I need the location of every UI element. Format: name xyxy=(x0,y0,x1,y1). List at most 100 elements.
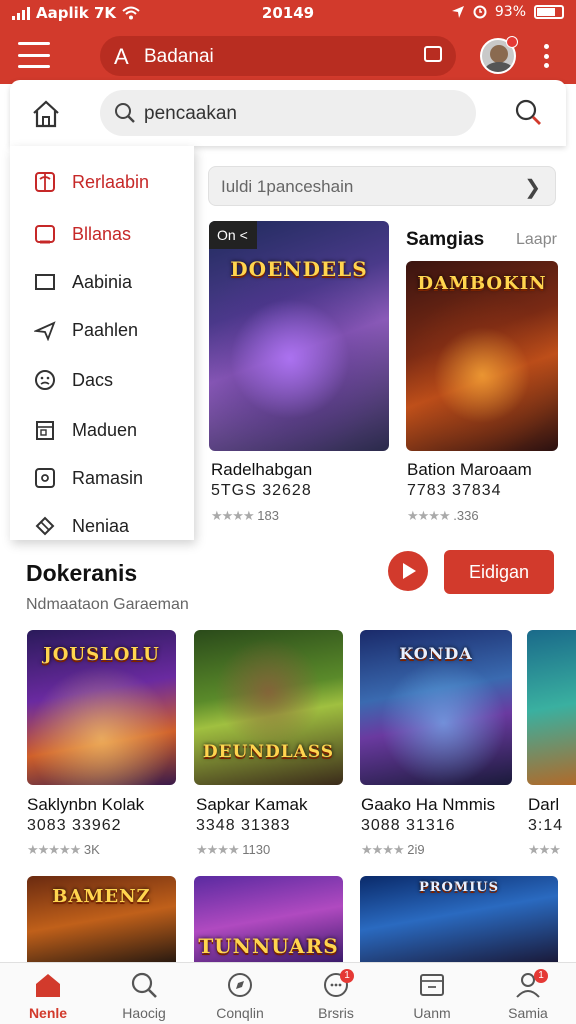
nav-home[interactable]: Nenle xyxy=(0,963,96,1024)
drawer-item-label: Paahlen xyxy=(72,319,139,340)
game-thumbnail[interactable]: DEUNDLASS xyxy=(194,630,343,785)
game-thumbnail[interactable]: PROMIUS xyxy=(360,876,558,962)
nav-profile[interactable]: 1 Samia xyxy=(480,963,576,1024)
app-bar: A Badanai xyxy=(0,28,576,84)
nav-label: Nenle xyxy=(28,1005,68,1021)
side-drawer: Rerlaabin Bllanas Aabinia Paahlen Dacs M… xyxy=(10,146,194,540)
drawer-item-bllanas[interactable]: Bllanas xyxy=(10,214,194,254)
drawer-item-label: Dacs xyxy=(72,369,114,390)
game-subtitle: 3083 33962 xyxy=(27,817,122,834)
chevron-right-icon[interactable]: ❯ xyxy=(524,175,541,200)
game-thumbnail[interactable]: TUNNUARS xyxy=(194,876,343,962)
nav-label: Samia xyxy=(508,1005,548,1021)
game-title[interactable]: Radelhabgan xyxy=(211,460,312,480)
nav-label: Haocig xyxy=(122,1005,166,1021)
game-subtitle: 7783 37834 xyxy=(407,482,502,499)
status-bar: Aaplik 7K 20149 93% xyxy=(0,0,576,28)
gift-icon xyxy=(35,172,55,192)
game-subtitle: 3348 31383 xyxy=(196,817,291,834)
featured-heading: Samgias xyxy=(406,229,485,250)
search-submit-icon[interactable] xyxy=(514,98,542,126)
battery-percent: 93% xyxy=(494,4,526,20)
star-rating-icon: ★★★★ xyxy=(361,842,405,857)
nav-badge: 1 xyxy=(534,969,548,983)
top-search-bar[interactable]: A Badanai xyxy=(100,36,456,76)
search-icon xyxy=(115,103,135,123)
location-icon xyxy=(451,6,464,18)
secondary-search-value: Iuldi 1panceshain xyxy=(221,177,354,196)
home-icon[interactable] xyxy=(30,98,62,130)
top-search-text: Badanai xyxy=(144,46,214,67)
battery-icon xyxy=(534,5,564,19)
nav-inbox[interactable]: Uanm xyxy=(384,963,480,1024)
game-rating: ★★★★★ 3K xyxy=(27,842,100,857)
play-button[interactable] xyxy=(388,551,428,591)
drawer-item-rerlaabin[interactable]: Rerlaabin xyxy=(10,162,194,202)
drawer-item-dacs[interactable]: Dacs xyxy=(10,360,194,400)
game-thumbnail[interactable] xyxy=(527,630,576,785)
game-thumbnail[interactable]: JOUSLOLU xyxy=(27,630,176,785)
game-rating: ★★★★ .336 xyxy=(407,508,479,523)
game-thumbnail[interactable]: DAMBOKIN xyxy=(406,261,558,451)
star-rating-icon: ★★★★ xyxy=(211,508,255,523)
star-rating-icon: ★★★★ xyxy=(196,842,240,857)
drawer-item-label: Rerlaabin xyxy=(72,171,150,192)
secondary-search-input[interactable]: Iuldi 1panceshain ❯ xyxy=(208,166,556,206)
menu-icon[interactable] xyxy=(18,42,50,68)
featured-more-link[interactable]: Laapr xyxy=(516,231,557,249)
drawer-item-ramasin[interactable]: Ramasin xyxy=(10,458,194,498)
game-subtitle: 3088 31316 xyxy=(361,817,456,834)
search-card: pencaakan xyxy=(10,80,566,146)
game-rating: ★★★★ 2i9 xyxy=(361,842,425,857)
game-subtitle: 3:14 xyxy=(528,817,564,834)
drawer-item-paahlen[interactable]: Paahlen xyxy=(10,310,194,350)
game-title[interactable]: Saklynbn Kolak xyxy=(27,795,144,815)
game-art-title: TUNNUARS xyxy=(198,934,339,958)
plane-icon xyxy=(34,321,56,341)
game-title[interactable]: Gaako Ha Nmmis xyxy=(361,795,495,815)
game-title[interactable]: Sapkar Kamak xyxy=(196,795,308,815)
section-cta-button[interactable]: Eidigan xyxy=(444,550,554,594)
game-art xyxy=(527,630,576,785)
drawer-item-label: Ramasin xyxy=(72,467,144,488)
game-thumbnail[interactable]: DOENDELS On < xyxy=(209,221,389,451)
tablet-icon xyxy=(35,225,55,244)
compass-icon xyxy=(228,973,252,997)
bag-icon[interactable] xyxy=(424,46,442,62)
game-art-title: BAMENZ xyxy=(52,886,151,907)
more-options-icon[interactable] xyxy=(540,44,552,68)
drawer-item-maduen[interactable]: Maduen xyxy=(10,410,194,450)
game-art-title: JOUSLOLU xyxy=(43,644,160,665)
drawer-item-aabinia[interactable]: Aabinia xyxy=(10,262,194,302)
nav-badge: 1 xyxy=(340,969,354,983)
section-subtitle: Ndmaataon Garaeman xyxy=(26,596,189,613)
game-title[interactable]: Darl xyxy=(528,795,559,815)
box-icon xyxy=(35,468,55,488)
search-icon xyxy=(131,972,157,998)
nav-search[interactable]: Haocig xyxy=(96,963,192,1024)
game-art-title: DEUNDLASS xyxy=(202,742,335,762)
search-value: pencaakan xyxy=(144,103,237,124)
search-input[interactable]: pencaakan xyxy=(100,90,476,136)
game-art-title: DOENDELS xyxy=(230,257,368,281)
face-icon xyxy=(35,370,55,390)
tag-icon xyxy=(35,516,55,536)
home-icon xyxy=(36,974,60,997)
game-art-title: KONDA xyxy=(399,644,473,663)
game-title[interactable]: Bation Maroaam xyxy=(407,460,532,480)
game-rating: ★★★★ 183 xyxy=(211,508,279,523)
game-thumbnail[interactable]: KONDA xyxy=(360,630,512,785)
star-rating-icon: ★★★★★ xyxy=(27,842,81,857)
nav-explore[interactable]: Conqlin xyxy=(192,963,288,1024)
star-rating-icon: ★★★ xyxy=(528,842,561,857)
app-logo-icon: A xyxy=(114,44,129,69)
bottom-navigation: Nenle Haocig Conqlin 1 Brsris Uanm 1 Sam… xyxy=(0,962,576,1024)
nav-messages[interactable]: 1 Brsris xyxy=(288,963,384,1024)
game-thumbnail[interactable]: BAMENZ xyxy=(27,876,176,962)
drawer-item-label: Neniaa xyxy=(72,515,130,536)
drawer-item-neniaa[interactable]: Neniaa xyxy=(10,506,194,540)
game-art-title: PROMIUS xyxy=(418,880,500,895)
nav-label: Uanm xyxy=(413,1005,451,1021)
nav-label: Conqlin xyxy=(216,1005,264,1021)
play-icon xyxy=(403,563,416,579)
